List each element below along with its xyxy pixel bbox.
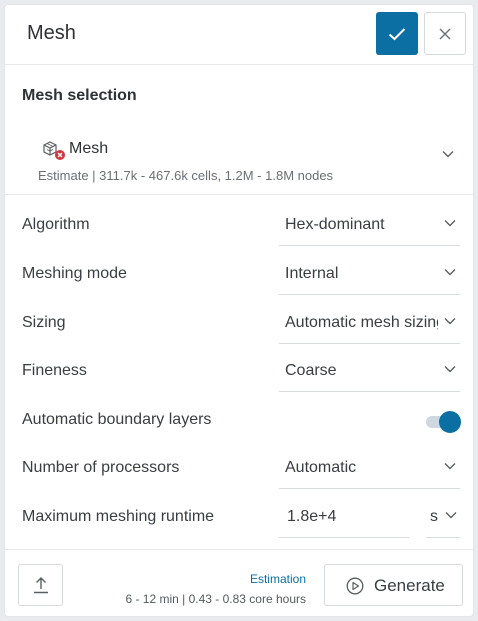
meshing-mode-row: Meshing mode Internal [5,251,473,300]
close-icon [439,28,451,39]
mesh-estimate: Estimate | 311.7k - 467.6k cells, 1.2M -… [38,168,334,183]
meshing-mode-label: Meshing mode [22,265,127,282]
boundary-layers-toggle[interactable] [426,410,462,434]
meshing-mode-select[interactable]: Internal [279,252,460,295]
algorithm-label: Algorithm [22,216,90,233]
chevron-down-icon [442,151,454,158]
upload-button[interactable] [18,564,63,606]
panel-header: Mesh [5,5,473,65]
close-button[interactable] [424,12,466,55]
generate-button[interactable]: Generate [324,564,463,606]
check-icon [388,27,406,40]
sizing-value: Automatic mesh sizing [285,314,438,331]
fineness-label: Fineness [22,362,87,379]
estimation-value: 6 - 12 min | 0.43 - 0.83 core hours [125,592,306,606]
fineness-value: Coarse [285,362,337,379]
generate-label: Generate [374,576,445,595]
boundary-layers-label: Automatic boundary layers [22,411,212,428]
upload-icon [33,577,48,594]
confirm-button[interactable] [376,12,418,55]
algorithm-row: Algorithm Hex-dominant [5,202,473,251]
processors-row: Number of processors Automatic [5,445,473,494]
runtime-value: 1.8e+4 [287,508,337,525]
sizing-select[interactable]: Automatic mesh sizing [279,301,460,344]
estimation-link[interactable]: Estimation [250,572,306,586]
chevron-down-icon [445,512,457,519]
chevron-down-icon [444,463,456,470]
chevron-down-icon [444,366,456,373]
processors-value: Automatic [285,459,357,476]
panel-title: Mesh [27,22,76,44]
chevron-down-icon [444,220,456,227]
panel-footer: Estimation 6 - 12 min | 0.43 - 0.83 core… [5,549,473,616]
toggle-knob [439,411,461,433]
mesh-panel: Mesh Mesh selection Mesh Estimate | 311.… [4,4,474,617]
mesh-error-icon [43,141,65,160]
processors-label: Number of processors [22,459,180,476]
chevron-down-icon [444,269,456,276]
runtime-input[interactable]: 1.8e+4 [279,495,409,538]
meshing-mode-value: Internal [285,265,339,282]
boundary-layers-row: Automatic boundary layers [5,397,473,446]
mesh-name: Mesh [69,140,109,157]
play-circle-icon [346,577,364,595]
mesh-selection-card[interactable]: Mesh Estimate | 311.7k - 467.6k cells, 1… [5,123,473,195]
processors-select[interactable]: Automatic [279,446,460,489]
runtime-unit: s [430,508,438,525]
runtime-row: Maximum meshing runtime 1.8e+4 s [5,494,473,543]
fineness-row: Fineness Coarse [5,348,473,397]
runtime-unit-select[interactable]: s [426,495,460,538]
chevron-down-icon [444,318,456,325]
mesh-selection-title: Mesh selection [22,87,137,104]
algorithm-select[interactable]: Hex-dominant [279,203,460,246]
runtime-label: Maximum meshing runtime [22,508,215,525]
fineness-select[interactable]: Coarse [279,349,460,392]
sizing-row: Sizing Automatic mesh sizing [5,300,473,349]
algorithm-value: Hex-dominant [285,216,385,233]
sizing-label: Sizing [22,314,66,331]
